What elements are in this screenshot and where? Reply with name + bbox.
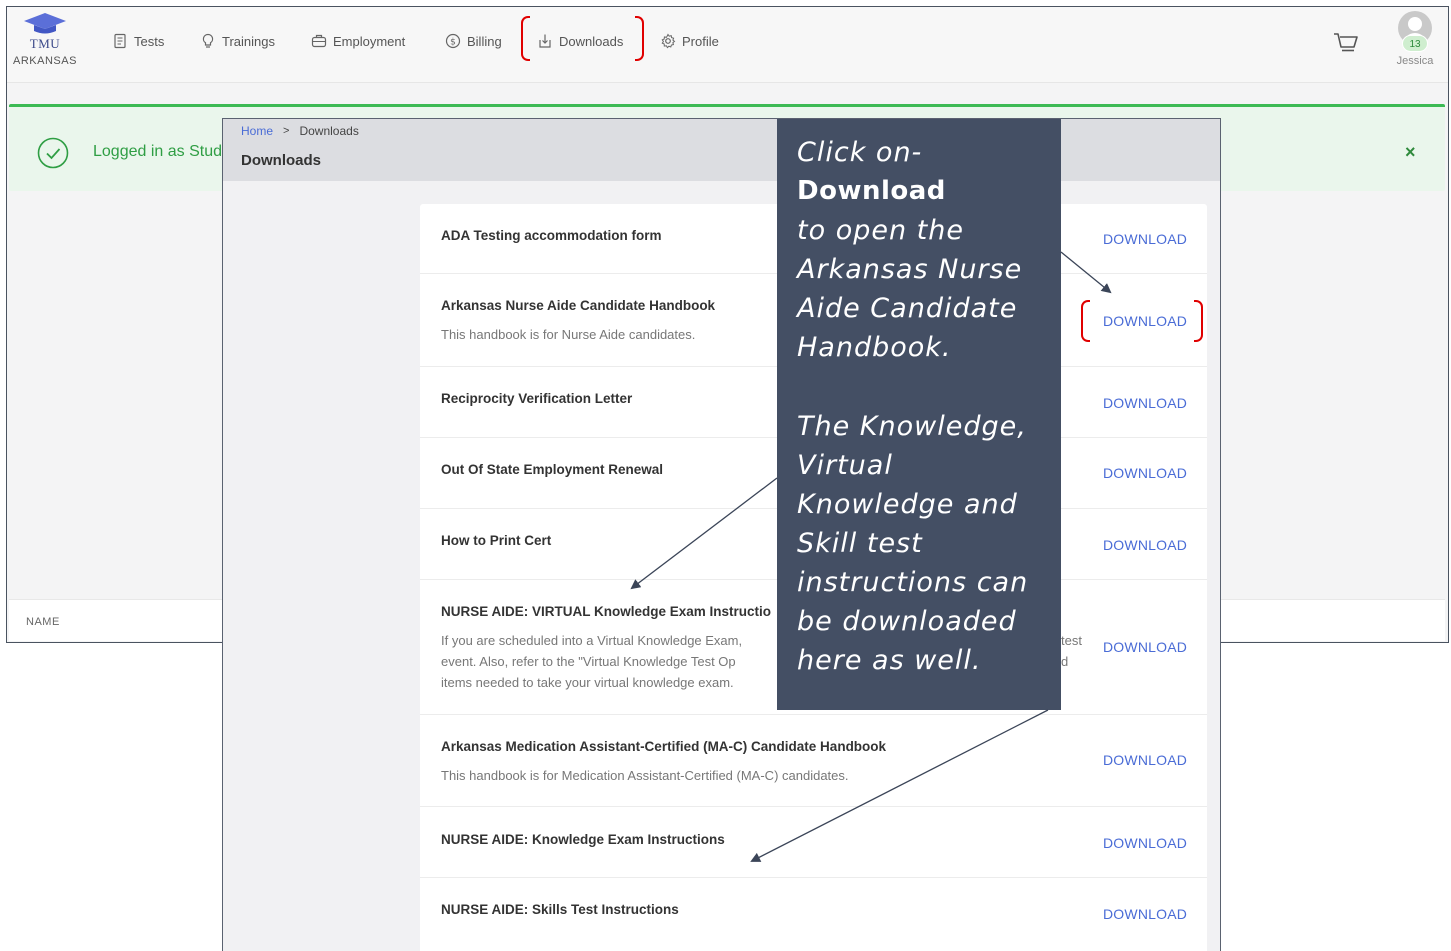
nav-employment[interactable]: Employment [311,31,405,51]
download-button[interactable]: DOWNLOAD [1103,465,1187,481]
item-description: If you are scheduled into a Virtual Know… [441,630,781,693]
download-button[interactable]: DOWNLOAD [1103,639,1187,655]
callout-text: Click on- Download to open the Arkansas … [797,133,1047,680]
nav-tests[interactable]: Tests [112,31,164,51]
page-title: Downloads [241,152,322,169]
nav-downloads[interactable]: Downloads [537,31,623,51]
item-description-tail: test d [1061,630,1101,672]
highlight-bracket-right [635,16,644,61]
download-button[interactable]: DOWNLOAD [1103,537,1187,553]
brand-name: TMU [29,36,61,51]
downloads-modal: Home > Downloads Downloads ADA Testing a… [222,118,1221,951]
download-icon [539,34,551,48]
description-line: items needed to take your virtual knowle… [441,675,734,690]
close-icon[interactable]: × [1405,142,1416,163]
item-description: This handbook is for Medication Assistan… [441,768,849,783]
instruction-callout: Click on- Download to open the Arkansas … [777,119,1061,710]
item-title: NURSE AIDE: Skills Test Instructions [441,902,679,917]
list-item: Arkansas Medication Assistant-Certified … [420,715,1207,807]
graduation-cap-icon [24,13,66,34]
download-button[interactable]: DOWNLOAD [1103,231,1187,247]
callout-line-1: Click on- [797,137,923,168]
top-navigation: TMU ARKANSAS Tests Trainings Employment … [7,7,1448,83]
callout-emphasis: Download [797,176,946,206]
logo[interactable]: TMU ARKANSAS [9,11,81,67]
nav-trainings[interactable]: Trainings [200,31,275,51]
breadcrumb-current: Downloads [299,124,359,138]
download-button[interactable]: DOWNLOAD [1103,313,1187,329]
check-circle-icon [37,137,69,169]
description-line: d [1061,654,1069,669]
user-menu[interactable]: 13 Jessica [1387,11,1443,67]
item-title: Arkansas Nurse Aide Candidate Handbook [441,298,716,313]
nav-trainings-label: Trainings [222,33,275,49]
download-button[interactable]: DOWNLOAD [1103,395,1187,411]
list-item: NURSE AIDE: Knowledge Exam Instructions … [420,807,1207,878]
shopping-cart-icon[interactable] [1333,31,1359,55]
breadcrumb: Home > Downloads [241,124,359,138]
download-button[interactable]: DOWNLOAD [1103,906,1187,922]
description-line: If you are scheduled into a Virtual Know… [441,633,743,648]
description-line: event. Also, refer to the "Virtual Knowl… [441,654,736,669]
item-title: ADA Testing accommodation form [441,228,662,243]
list-item: NURSE AIDE: Skills Test Instructions DOW… [420,878,1207,949]
notification-badge: 13 [1402,35,1428,52]
breadcrumb-home[interactable]: Home [241,124,273,138]
brand-state: ARKANSAS [13,55,77,67]
nav-downloads-label: Downloads [559,33,624,49]
dollar-circle-icon: $ [445,33,461,49]
item-title: Reciprocity Verification Letter [441,391,633,406]
user-name: Jessica [1396,55,1434,67]
nav-billing[interactable]: $ Billing [445,31,502,51]
nav-employment-label: Employment [333,33,406,49]
lightbulb-icon [202,33,214,48]
nav-billing-label: Billing [467,33,502,49]
highlight-bracket-left [1081,300,1090,342]
document-icon [114,33,126,49]
column-name-header[interactable]: NAME [26,616,60,628]
breadcrumb-separator: > [283,125,290,137]
briefcase-icon [311,34,327,48]
item-title: How to Print Cert [441,533,552,548]
nav-tests-label: Tests [134,33,165,49]
callout-paragraph-2: The Knowledge, Virtual Knowledge and Ski… [797,411,1029,676]
svg-text:$: $ [450,38,456,48]
download-button[interactable]: DOWNLOAD [1103,835,1187,851]
callout-line-2: to open the Arkansas Nurse Aide Candidat… [797,215,1023,363]
highlight-bracket-left [521,16,530,61]
download-button[interactable]: DOWNLOAD [1103,752,1187,768]
item-title: NURSE AIDE: VIRTUAL Knowledge Exam Instr… [441,604,772,619]
item-title: Arkansas Medication Assistant-Certified … [441,739,887,754]
item-title: Out Of State Employment Renewal [441,462,664,477]
nav-profile[interactable]: Profile [660,31,719,51]
modal-header: Home > Downloads Downloads [223,119,1220,181]
gear-icon [661,33,676,49]
nav-profile-label: Profile [682,33,719,49]
alert-message: Logged in as Stud [93,143,222,160]
item-title: NURSE AIDE: Knowledge Exam Instructions [441,832,725,847]
description-line: test [1061,633,1082,648]
highlight-bracket-right [1194,300,1203,342]
